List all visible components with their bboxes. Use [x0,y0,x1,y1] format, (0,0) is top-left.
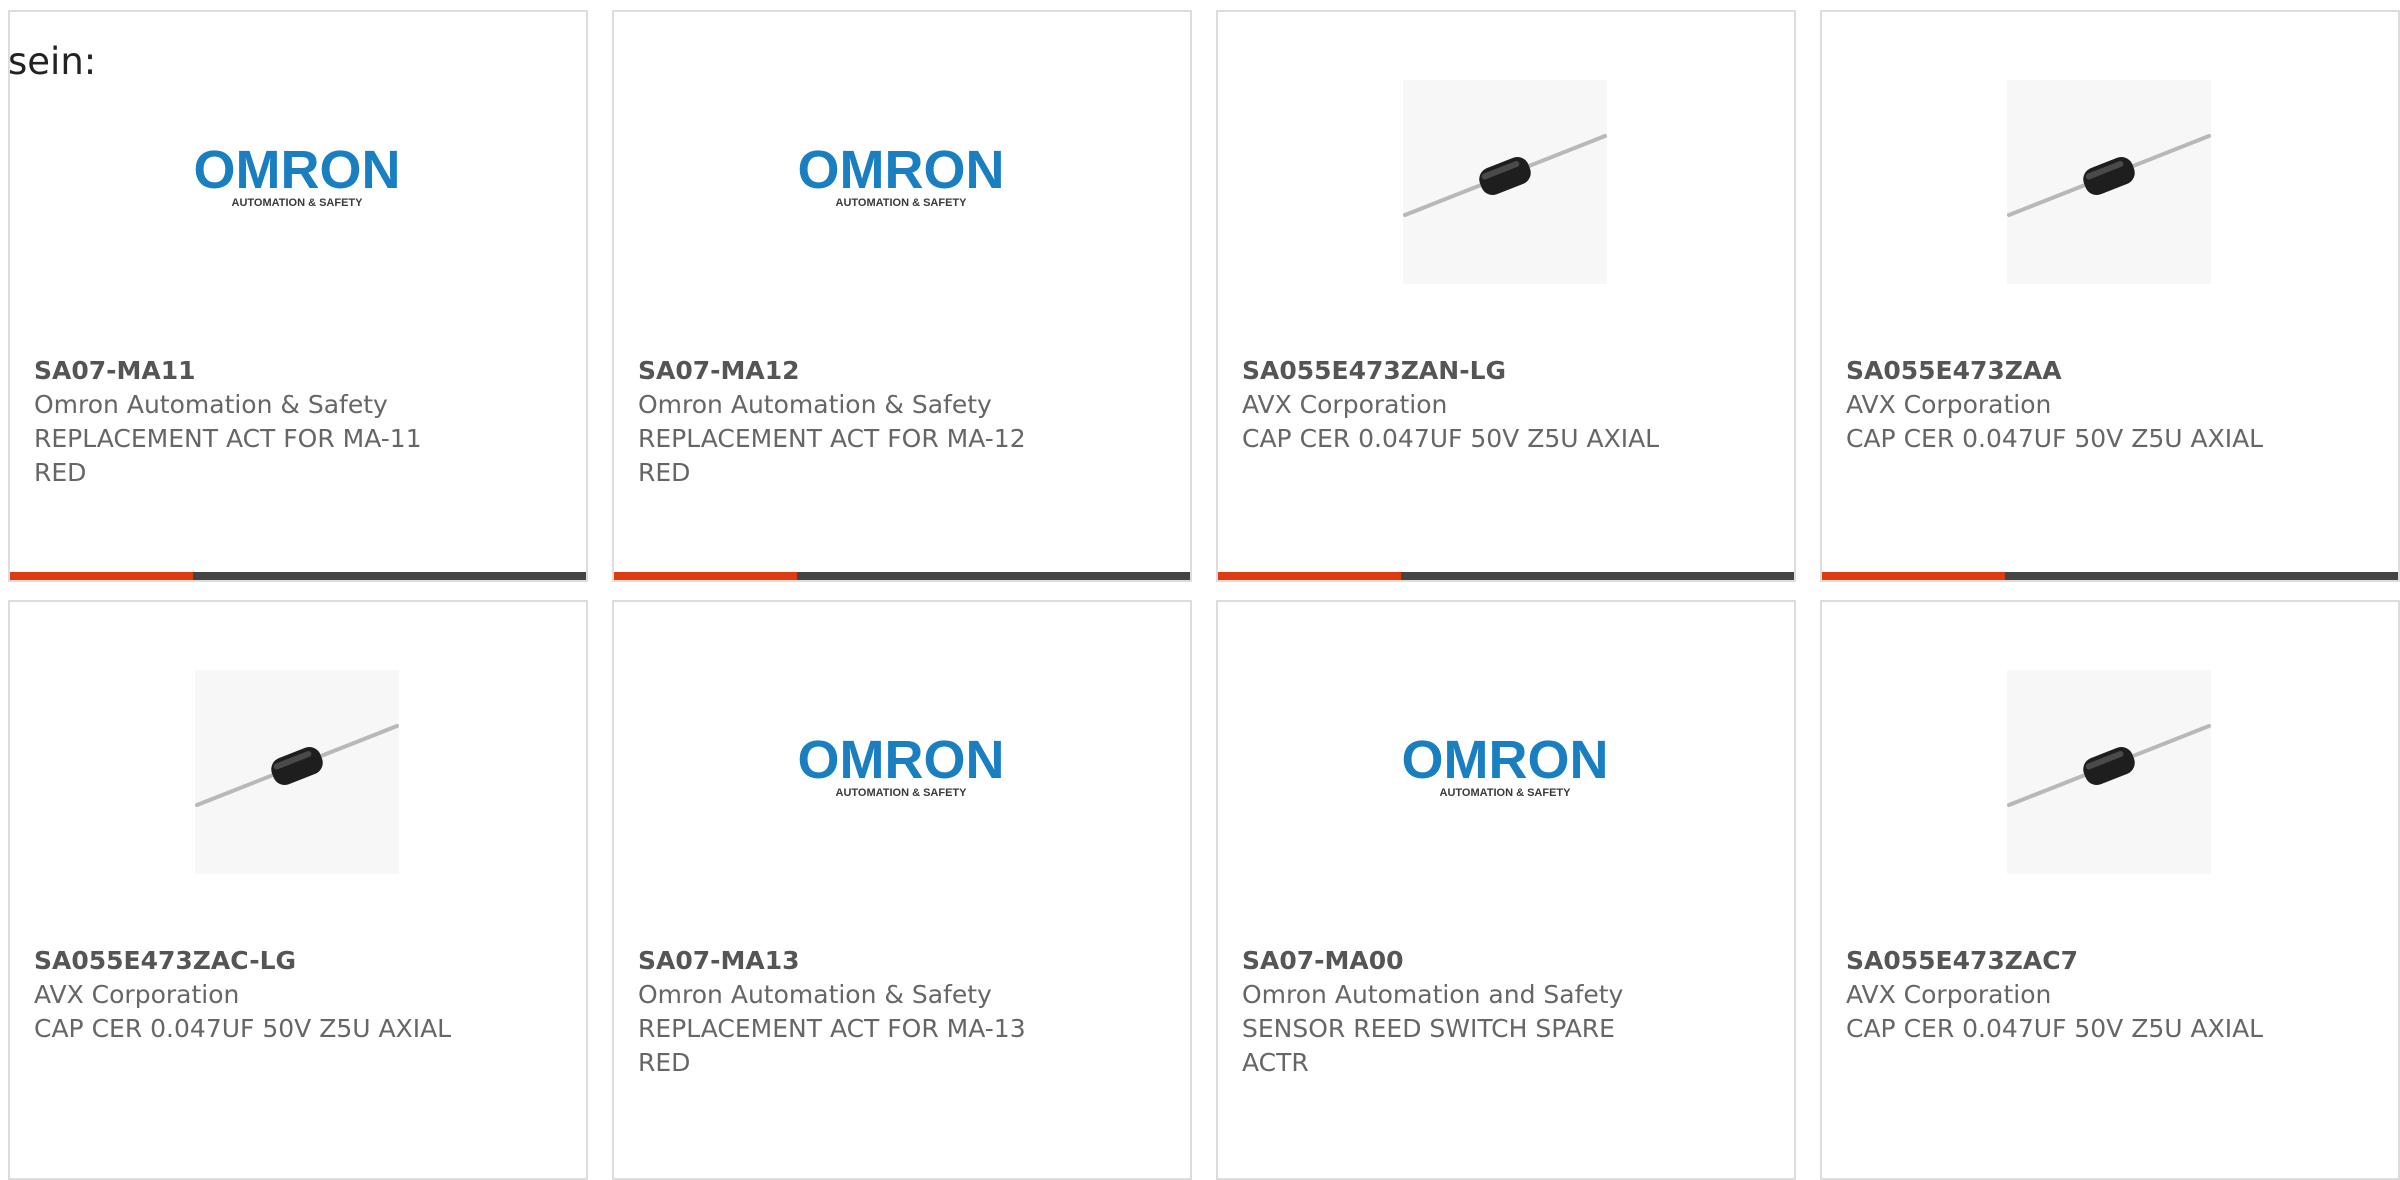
manufacturer: AVX Corporation [34,980,240,1009]
description: REPLACEMENT ACT FOR MA-11 RED [34,424,422,487]
product-card[interactable]: OMRON AUTOMATION & SAFETY SA07-MA13 Omro… [612,600,1192,1180]
product-image[interactable] [195,670,399,874]
description: CAP CER 0.047UF 50V Z5U AXIAL [1242,424,1660,453]
card-accent-bar [614,572,1190,580]
product-info: SA055E473ZAN-LG AVX Corporation CAP CER … [1242,354,1762,456]
description: CAP CER 0.047UF 50V Z5U AXIAL [1846,1014,2264,1043]
part-number-link[interactable]: SA07-MA13 [638,944,1158,978]
svg-text:AUTOMATION & SAFETY: AUTOMATION & SAFETY [836,787,968,799]
description: CAP CER 0.047UF 50V Z5U AXIAL [34,1014,452,1043]
manufacturer: Omron Automation & Safety [34,390,388,419]
card-accent-bar [10,572,586,580]
product-image[interactable]: OMRON AUTOMATION & SAFETY [1403,670,1607,874]
intro-text: sein: [8,40,97,83]
part-number-link[interactable]: SA055E473ZAC7 [1846,944,2366,978]
manufacturer: AVX Corporation [1846,390,2052,419]
description: SENSOR REED SWITCH SPARE ACTR [1242,1014,1615,1077]
product-card[interactable]: SA055E473ZAC7 AVX Corporation CAP CER 0.… [1820,600,2400,1180]
part-number-link[interactable]: SA055E473ZAN-LG [1242,354,1762,388]
description: REPLACEMENT ACT FOR MA-12 RED [638,424,1026,487]
part-number-link[interactable]: SA07-MA11 [34,354,554,388]
manufacturer: AVX Corporation [1242,390,1448,419]
product-image[interactable] [2007,670,2211,874]
product-info: SA055E473ZAC7 AVX Corporation CAP CER 0.… [1846,944,2366,1046]
product-grid: OMRON AUTOMATION & SAFETY SA07-MA11 Omro… [0,0,2400,1180]
description: CAP CER 0.047UF 50V Z5U AXIAL [1846,424,2264,453]
manufacturer: Omron Automation & Safety [638,390,992,419]
svg-text:OMRON: OMRON [1403,730,1607,790]
part-number-link[interactable]: SA055E473ZAC-LG [34,944,554,978]
product-info: SA055E473ZAC-LG AVX Corporation CAP CER … [34,944,554,1046]
card-accent-bar [1822,572,2398,580]
product-card[interactable]: OMRON AUTOMATION & SAFETY SA07-MA00 Omro… [1216,600,1796,1180]
product-card[interactable]: OMRON AUTOMATION & SAFETY SA07-MA11 Omro… [8,10,588,582]
svg-text:AUTOMATION & SAFETY: AUTOMATION & SAFETY [232,197,364,209]
svg-text:AUTOMATION & SAFETY: AUTOMATION & SAFETY [1440,787,1572,799]
product-card[interactable]: SA055E473ZAA AVX Corporation CAP CER 0.0… [1820,10,2400,582]
svg-text:OMRON: OMRON [799,730,1003,790]
product-image[interactable]: OMRON AUTOMATION & SAFETY [195,80,399,284]
axial-capacitor-image [1403,80,1607,284]
svg-text:AUTOMATION & SAFETY: AUTOMATION & SAFETY [836,197,968,209]
axial-capacitor-image [2007,80,2211,284]
product-image[interactable]: OMRON AUTOMATION & SAFETY [799,670,1003,874]
product-image[interactable]: OMRON AUTOMATION & SAFETY [799,80,1003,284]
product-info: SA07-MA00 Omron Automation and Safety SE… [1242,944,1762,1080]
product-card[interactable]: SA055E473ZAC-LG AVX Corporation CAP CER … [8,600,588,1180]
description: REPLACEMENT ACT FOR MA-13 RED [638,1014,1026,1077]
axial-capacitor-image [2007,670,2211,874]
product-info: SA07-MA12 Omron Automation & Safety REPL… [638,354,1158,490]
svg-text:OMRON: OMRON [195,140,399,200]
omron-logo: OMRON AUTOMATION & SAFETY [799,140,1003,209]
axial-capacitor-image [195,670,399,874]
part-number-link[interactable]: SA055E473ZAA [1846,354,2366,388]
card-accent-bar [1218,572,1794,580]
manufacturer: Omron Automation and Safety [1242,980,1624,1009]
part-number-link[interactable]: SA07-MA12 [638,354,1158,388]
manufacturer: Omron Automation & Safety [638,980,992,1009]
product-info: SA055E473ZAA AVX Corporation CAP CER 0.0… [1846,354,2366,456]
omron-logo: OMRON AUTOMATION & SAFETY [1403,730,1607,799]
product-card[interactable]: SA055E473ZAN-LG AVX Corporation CAP CER … [1216,10,1796,582]
omron-logo: OMRON AUTOMATION & SAFETY [799,730,1003,799]
manufacturer: AVX Corporation [1846,980,2052,1009]
product-info: SA07-MA11 Omron Automation & Safety REPL… [34,354,554,490]
product-info: SA07-MA13 Omron Automation & Safety REPL… [638,944,1158,1080]
product-image[interactable] [2007,80,2211,284]
product-card[interactable]: OMRON AUTOMATION & SAFETY SA07-MA12 Omro… [612,10,1192,582]
product-image[interactable] [1403,80,1607,284]
omron-logo: OMRON AUTOMATION & SAFETY [195,140,399,209]
svg-text:OMRON: OMRON [799,140,1003,200]
part-number-link[interactable]: SA07-MA00 [1242,944,1762,978]
